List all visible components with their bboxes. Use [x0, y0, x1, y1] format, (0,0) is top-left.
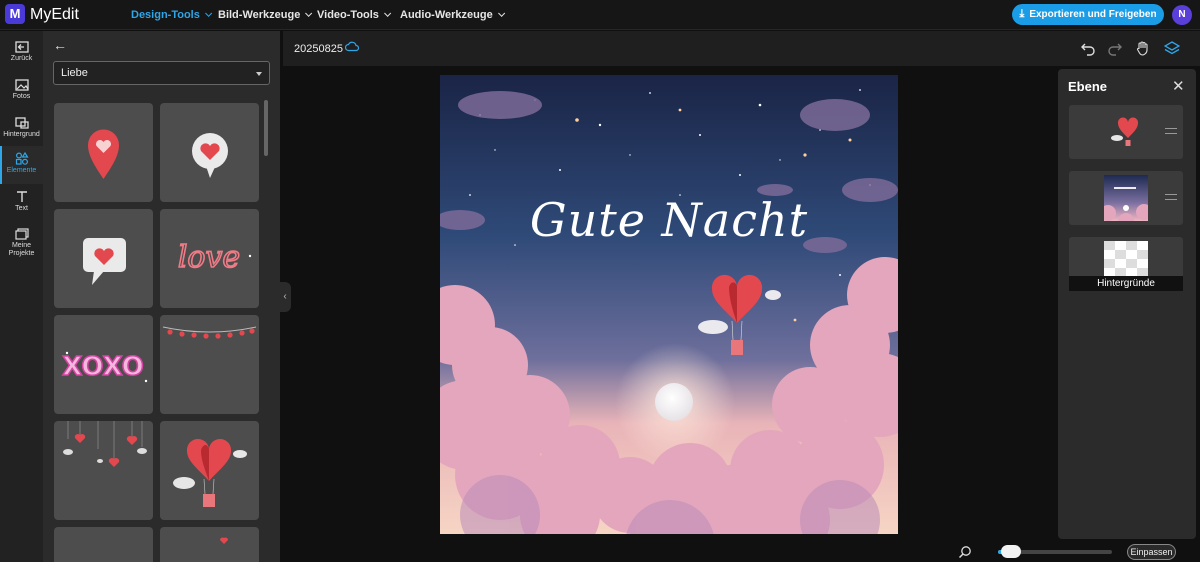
app-name[interactable]: MyEdit [30, 6, 79, 24]
rail-item-text[interactable]: Text [0, 184, 43, 222]
close-icon[interactable]: ✕ [1172, 77, 1185, 95]
menu-label: Bild-Werkzeuge [218, 9, 301, 21]
chevron-down-icon [384, 9, 392, 17]
menu-video-tools[interactable]: Video-Tools [317, 9, 392, 21]
night-sky-artwork [440, 75, 898, 534]
element-tile-xoxo-lettering[interactable]: XOXO [54, 315, 153, 414]
folder-icon [14, 228, 29, 240]
drag-handle-icon[interactable] [1165, 194, 1177, 200]
download-icon: ⤓ [1019, 8, 1025, 20]
heart-icon [220, 537, 228, 544]
avatar[interactable]: N [1172, 5, 1192, 25]
elements-icon [15, 152, 29, 165]
undo-icon[interactable] [1080, 40, 1096, 56]
layer-label: Hintergründe [1069, 276, 1183, 291]
xoxo-lettering-icon: XOXO [61, 351, 148, 383]
element-tile-heart-hot-air-balloon[interactable] [160, 421, 259, 520]
layers-panel-title: Ebene [1068, 79, 1108, 94]
layers-panel: Ebene ✕ Hintergründe [1058, 69, 1196, 539]
project-name[interactable]: 20250825 [294, 43, 343, 55]
chevron-down-icon [497, 9, 505, 17]
image-icon [14, 79, 29, 91]
layer-background-image[interactable] [1069, 171, 1183, 225]
rail-label: Text [15, 205, 28, 212]
myedit-logo-icon[interactable]: M [5, 4, 25, 24]
canvas-title-text[interactable]: Gute Nacht [440, 193, 898, 247]
export-label: Exportieren und Freigeben [1029, 9, 1157, 20]
heart-balloon-thumbnail [1111, 117, 1139, 146]
element-tile-heart-bubble[interactable] [160, 103, 259, 202]
zoom-icon[interactable] [958, 545, 972, 559]
layer-backgrounds[interactable]: Hintergründe [1069, 237, 1183, 291]
menu-label: Video-Tools [317, 9, 379, 21]
rail-item-zurueck[interactable]: Zurück [0, 35, 43, 73]
fit-button[interactable]: Einpassen [1127, 544, 1176, 560]
text-icon [16, 191, 27, 202]
rail-label: Zurück [10, 55, 33, 62]
rail-item-fotos[interactable]: Fotos [0, 73, 43, 111]
heart-pin-icon [88, 129, 119, 179]
back-box-icon [14, 41, 29, 53]
category-value: Liebe [61, 67, 88, 79]
zoom-slider-knob[interactable] [1001, 545, 1022, 558]
rail-item-meine-projekte[interactable]: Meine Projekte [0, 222, 43, 260]
workspace-toolbar: 20250825 [283, 31, 1200, 66]
menu-label: Audio-Werkzeuge [400, 9, 493, 21]
panel-scrollbar[interactable] [264, 100, 268, 156]
element-tile-heart-speech-bubble[interactable] [54, 209, 153, 308]
background-icon [14, 117, 29, 129]
rail-label: Hintergrund [3, 131, 40, 138]
rail-label: Fotos [12, 93, 31, 100]
category-select[interactable]: Liebe [53, 61, 270, 85]
heart-speech-bubble-icon [83, 238, 126, 285]
heart-garland-icon [162, 326, 257, 339]
elements-panel: ← Liebe love XOXO [43, 31, 280, 562]
svg-text:XOXO: XOXO [62, 352, 144, 382]
menu-design-tools[interactable]: Design-Tools [131, 9, 213, 21]
cloud-sync-icon [345, 41, 359, 52]
chevron-down-icon [305, 9, 313, 17]
drag-handle-icon[interactable] [1165, 128, 1177, 134]
element-tile-hanging-hearts[interactable] [54, 421, 153, 520]
element-tile-heart-pin[interactable] [54, 103, 153, 202]
back-arrow-icon[interactable]: ← [53, 37, 67, 53]
rail-label: Meine Projekte [8, 242, 35, 257]
layers-icon[interactable] [1164, 40, 1180, 56]
rail-label: Elemente [6, 167, 37, 174]
top-bar: M MyEdit Design-Tools Bild-Werkzeuge Vid… [0, 0, 1200, 30]
hanging-hearts-icon [63, 421, 147, 467]
element-tile-partial[interactable] [160, 527, 259, 562]
layer-heart-balloon[interactable] [1069, 105, 1183, 159]
love-lettering-icon: love [177, 239, 252, 276]
export-button[interactable]: ⤓ Exportieren und Freigeben [1012, 4, 1164, 25]
rail-item-hintergrund[interactable]: Hintergrund [0, 111, 43, 149]
chevron-down-icon [204, 9, 213, 17]
left-rail: Zurück Fotos Hintergrund Elemente Text M… [0, 31, 43, 562]
heart-balloon-icon [173, 438, 247, 507]
hand-pan-icon[interactable] [1135, 40, 1151, 56]
artwork-thumbnail [1104, 175, 1148, 221]
collapse-panel-handle[interactable]: ‹ [279, 282, 291, 312]
element-tile-love-lettering[interactable]: love [160, 209, 259, 308]
rail-item-elemente[interactable]: Elemente [0, 146, 43, 184]
heart-bubble-icon [192, 133, 228, 178]
element-tile-partial[interactable] [54, 527, 153, 562]
svg-text:love: love [178, 240, 240, 275]
menu-label: Design-Tools [131, 9, 200, 21]
redo-icon[interactable] [1107, 40, 1123, 56]
element-tile-heart-garland[interactable] [160, 315, 259, 414]
design-canvas[interactable]: Gute Nacht [440, 75, 898, 534]
menu-audio-werkzeuge[interactable]: Audio-Werkzeuge [400, 9, 505, 21]
transparent-checker-thumbnail [1104, 241, 1148, 276]
menu-bild-werkzeuge[interactable]: Bild-Werkzeuge [218, 9, 313, 21]
caret-down-icon [256, 72, 262, 76]
